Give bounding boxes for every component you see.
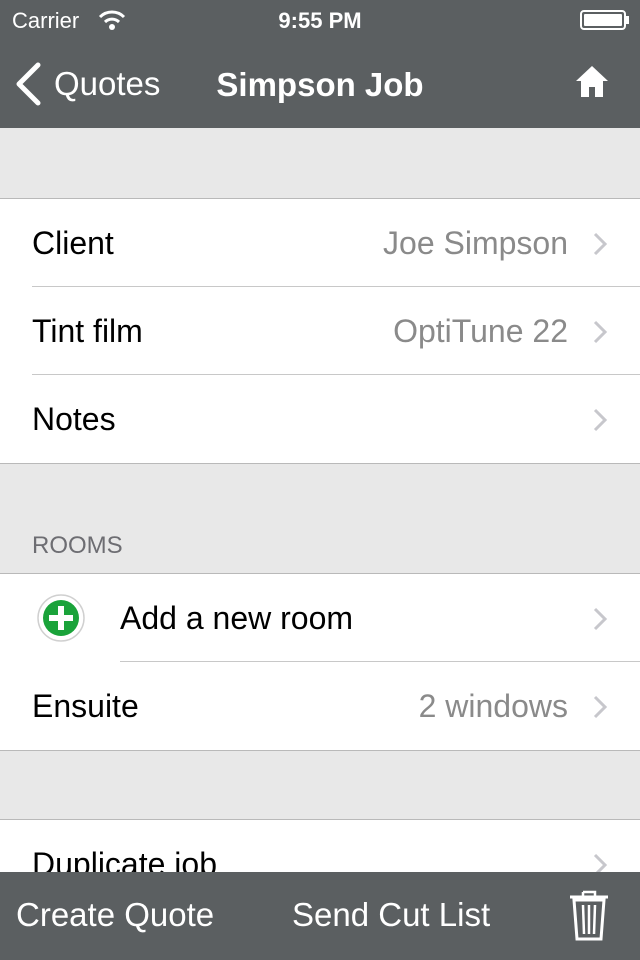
chevron-right-icon: [593, 853, 608, 872]
actions-group: Duplicate job: [0, 819, 640, 872]
navigation-bar: Quotes Simpson Job: [0, 40, 640, 128]
notes-row[interactable]: Notes: [0, 375, 640, 463]
add-room-label: Add a new room: [120, 600, 354, 636]
bottom-toolbar: Create Quote Send Cut List: [0, 872, 640, 960]
send-cut-list-button[interactable]: Send Cut List: [292, 896, 490, 934]
row-label: Tint film: [32, 313, 143, 349]
row-label: Notes: [32, 401, 116, 437]
content-area: Client Joe Simpson Tint film OptiTune 22…: [0, 128, 640, 872]
row-label: Ensuite: [32, 688, 139, 724]
chevron-right-icon: [593, 607, 608, 631]
status-time: 9:55 PM: [278, 8, 362, 33]
trash-icon[interactable]: [568, 890, 610, 942]
home-icon[interactable]: [574, 64, 610, 100]
create-quote-button[interactable]: Create Quote: [16, 896, 214, 934]
back-button-label: Quotes: [54, 65, 161, 102]
battery-icon: [580, 10, 629, 30]
back-chevron-icon: [16, 62, 41, 106]
top-bar: Carrier 9:55 PM Quotes Simpson Job: [0, 0, 640, 128]
tint-film-row[interactable]: Tint film OptiTune 22: [0, 287, 640, 375]
chevron-right-icon: [593, 232, 608, 256]
client-row[interactable]: Client Joe Simpson: [0, 199, 640, 287]
row-value: OptiTune 22: [393, 313, 568, 349]
row-value: 2 windows: [418, 688, 568, 724]
rooms-section-header: ROOMS: [32, 532, 123, 559]
add-circle-icon: [37, 594, 85, 642]
chevron-right-icon: [593, 320, 608, 344]
row-value: Joe Simpson: [383, 225, 568, 261]
duplicate-job-row[interactable]: Duplicate job: [0, 820, 640, 872]
chevron-right-icon: [593, 408, 608, 432]
add-room-row[interactable]: Add a new room: [0, 574, 640, 662]
rooms-group: Add a new room Ensuite 2 windows: [0, 573, 640, 751]
row-label: Client: [32, 225, 114, 261]
back-button[interactable]: Quotes: [14, 60, 160, 108]
status-bar: Carrier 9:55 PM: [0, 0, 640, 40]
row-label: Duplicate job: [32, 846, 217, 872]
job-details-group: Client Joe Simpson Tint film OptiTune 22…: [0, 198, 640, 464]
chevron-right-icon: [593, 695, 608, 719]
room-row-ensuite[interactable]: Ensuite 2 windows: [0, 662, 640, 750]
